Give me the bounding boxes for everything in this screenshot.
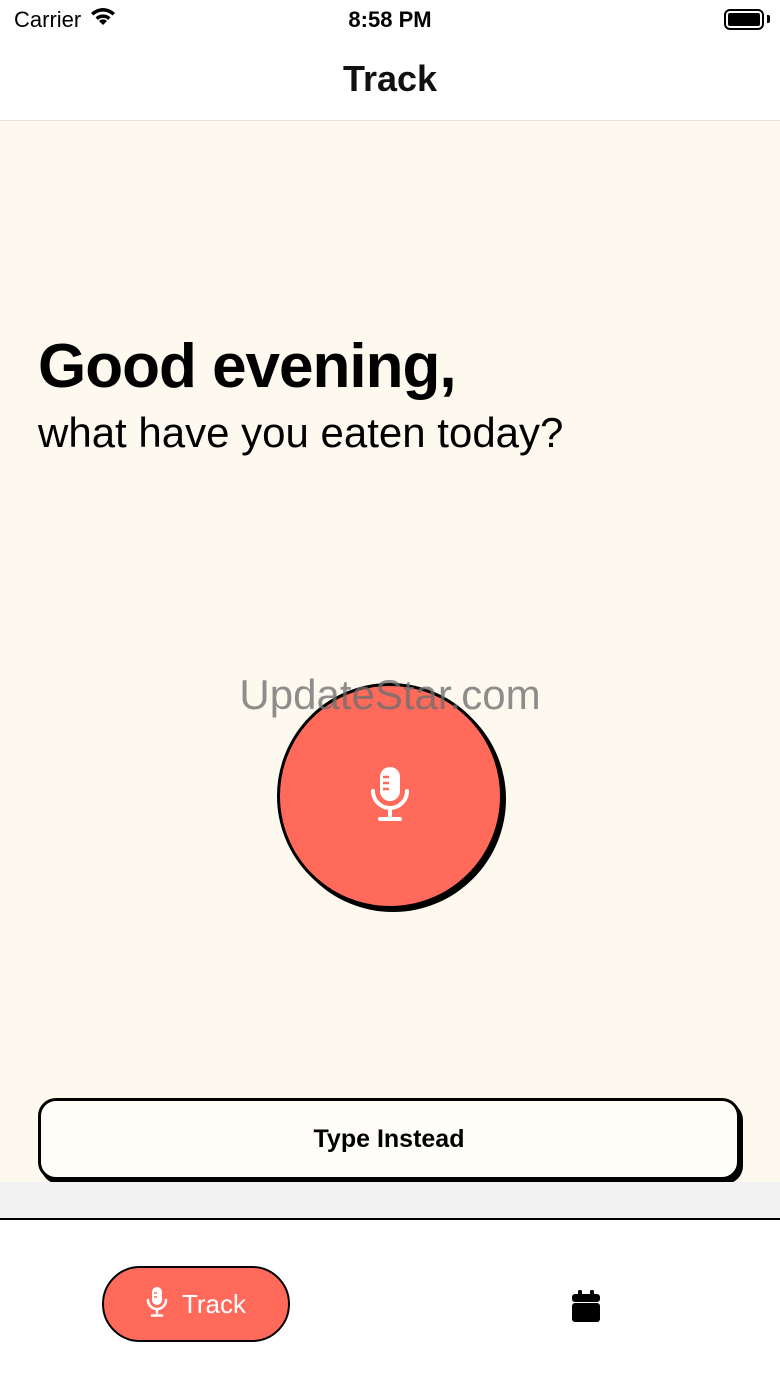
main-content: Good evening, what have you eaten today?…	[0, 121, 780, 1182]
battery-icon	[724, 9, 764, 30]
greeting-title: Good evening,	[38, 332, 457, 401]
microphone-icon	[146, 1286, 168, 1323]
status-time: 8:58 PM	[348, 7, 432, 32]
battery-tip	[767, 15, 770, 23]
type-instead-button[interactable]: Type Instead	[38, 1098, 740, 1180]
tab-track[interactable]: Track	[102, 1266, 290, 1342]
navigation-bar: Track	[0, 40, 780, 121]
tab-bar: Track	[0, 1222, 780, 1387]
page-title: Track	[342, 58, 438, 99]
greeting-subtitle: what have you eaten today?	[38, 409, 564, 456]
calendar-icon	[572, 1289, 600, 1327]
tab-calendar[interactable]	[566, 1288, 606, 1328]
tab-bar-divider	[0, 1182, 780, 1220]
status-bar: Carrier 8:58 PM	[0, 0, 780, 40]
microphone-icon	[369, 765, 411, 828]
watermark: UpdateStar.com	[239, 671, 541, 718]
tab-track-label: Track	[181, 1288, 247, 1319]
